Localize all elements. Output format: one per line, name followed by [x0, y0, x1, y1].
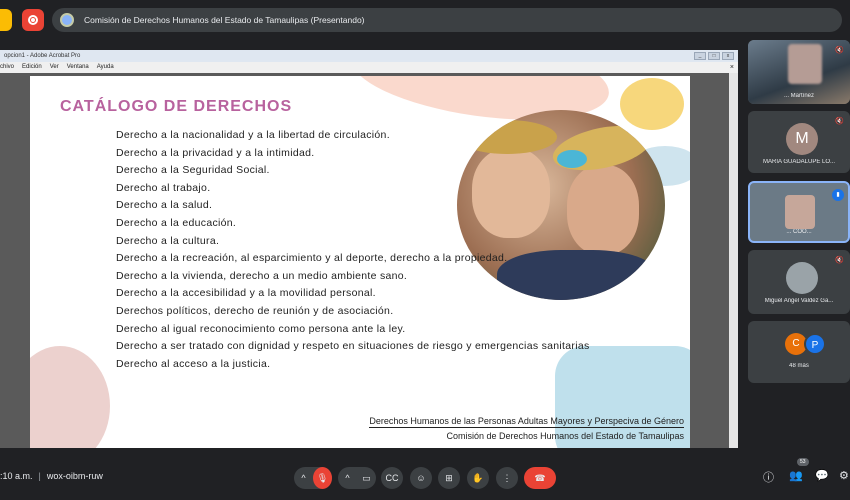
decorative-blob — [620, 78, 684, 130]
more-options-button[interactable]: ⋮ — [496, 467, 518, 489]
participant-tile-speaking[interactable]: ▮ ... COO... — [748, 181, 850, 243]
list-item: Derecho al acceso a la justicia. — [116, 357, 271, 370]
end-call-icon: ☎ — [534, 472, 546, 483]
chevron-up-icon[interactable]: ^ — [294, 467, 313, 489]
list-item: Derechos políticos, derecho de reunión y… — [116, 304, 394, 317]
participant-name: ... COO... — [786, 229, 812, 235]
more-participants-count: 48 más — [789, 363, 809, 369]
list-item: Derecho al igual reconocimiento como per… — [116, 322, 406, 335]
participant-video — [788, 44, 822, 84]
present-screen-icon: ⊞ — [445, 472, 453, 483]
list-item: Derecho a la recreación, al esparcimient… — [116, 252, 508, 265]
list-item: Derecho a la cultura. — [116, 234, 220, 247]
camera-icon[interactable]: ▭ — [357, 467, 376, 489]
emoji-icon: ☺ — [416, 473, 426, 483]
slide-title: CATÁLOGO DE DERECHOS — [60, 98, 293, 115]
menu-item-edit[interactable]: Edición — [22, 62, 42, 73]
list-item: Derecho a la privacidad y a la intimidad… — [116, 146, 315, 159]
list-item: Derecho al trabajo. — [116, 181, 211, 194]
list-item: Derecho a la educación. — [116, 216, 237, 229]
more-participants-tile[interactable]: C P 48 más — [748, 321, 850, 383]
slide-footer-subtitle: Derechos Humanos de las Personas Adultas… — [369, 416, 684, 428]
list-item: Derecho a la salud. — [116, 199, 213, 212]
info-icon[interactable]: ⓘ — [763, 469, 774, 485]
chat-icon[interactable]: 💬 — [815, 469, 829, 482]
raise-hand-button[interactable]: ✋ — [467, 467, 489, 489]
participant-name: Miguel Angel Valdez Ga... — [764, 298, 834, 304]
participant-name: ... Martínez — [783, 93, 814, 99]
decorative-blob — [30, 346, 110, 448]
close-window-icon[interactable]: x — [722, 52, 734, 60]
meeting-time: :10 a.m. — [0, 471, 33, 481]
presentation-banner: Comisión de Derechos Humanos del Estado … — [52, 8, 842, 32]
list-item: Derecho a ser tratado con dignidad y res… — [116, 340, 590, 353]
camera-control[interactable]: ^ ▭ — [338, 467, 376, 489]
minimize-icon[interactable]: _ — [694, 52, 706, 60]
vertical-scrollbar[interactable] — [729, 73, 738, 448]
acrobat-titlebar: opcion1 - Adobe Acrobat Pro _ □ x — [0, 50, 738, 62]
menu-item-file[interactable]: chivo — [0, 62, 14, 73]
slide-footer-organization: Comisión de Derechos Humanos del Estado … — [446, 431, 684, 441]
acrobat-menu-bar: chivo Edición Ver Ventana Ayuda × — [0, 62, 738, 73]
raise-hand-icon: ✋ — [472, 472, 484, 483]
bottom-control-bar: :10 a.m. | wox-oibm-ruw ^ 🎙 ^ ▭ CC ☺ ⊞ ✋ ⋮… — [0, 455, 850, 500]
present-button[interactable]: ⊞ — [438, 467, 460, 489]
mic-off-icon: 🔇 — [835, 118, 844, 125]
menu-item-help[interactable]: Ayuda — [97, 62, 114, 73]
captions-icon: CC — [385, 473, 399, 483]
list-item: Derecho a la nacionalidad y a la liberta… — [116, 129, 390, 141]
speaking-indicator-icon: ▮ — [832, 189, 844, 201]
acrobat-window-title: opcion1 - Adobe Acrobat Pro — [4, 53, 81, 59]
avatar — [786, 262, 818, 294]
captions-button[interactable]: CC — [381, 467, 403, 489]
rights-list: Derecho a la nacionalidad y a la liberta… — [116, 127, 590, 373]
list-item: Derecho a la vivienda, derecho a un medi… — [116, 269, 408, 282]
mic-control[interactable]: ^ 🎙 — [294, 467, 332, 489]
mic-off-icon[interactable]: 🎙 — [313, 467, 332, 489]
menu-item-window[interactable]: Ventana — [67, 62, 89, 73]
avatar: M — [786, 123, 818, 155]
participant-tile[interactable]: 🔇 ... Martínez — [748, 40, 850, 104]
activities-icon[interactable]: ⚙ — [839, 469, 849, 482]
highlight-icon[interactable] — [0, 9, 12, 31]
people-count-badge: 53 — [797, 458, 809, 466]
emoji-button[interactable]: ☺ — [410, 467, 432, 489]
maximize-icon[interactable]: □ — [708, 52, 720, 60]
end-call-button[interactable]: ☎ — [524, 467, 556, 489]
meeting-code: wox-oibm-ruw — [46, 471, 103, 481]
slide-page: CATÁLOGO DE DERECHOS Derecho a la nacion… — [30, 76, 690, 448]
presentation-title: Comisión de Derechos Humanos del Estado … — [84, 15, 365, 25]
more-options-icon: ⋮ — [502, 472, 512, 483]
mic-off-icon: 🔇 — [835, 257, 844, 264]
participant-tile[interactable]: M 🔇 MARIA GUADALUPE LO... — [748, 111, 850, 173]
menu-item-view[interactable]: Ver — [50, 62, 59, 73]
chevron-up-icon[interactable]: ^ — [338, 467, 357, 489]
meeting-info: :10 a.m. | wox-oibm-ruw — [0, 471, 103, 481]
participant-tile[interactable]: 🔇 Miguel Angel Valdez Ga... — [748, 250, 850, 314]
people-icon[interactable]: 👥 — [789, 469, 803, 482]
avatar: P — [804, 333, 826, 355]
mic-off-icon: 🔇 — [835, 47, 844, 54]
meet-window: Comisión de Derechos Humanos del Estado … — [0, 0, 850, 500]
list-item: Derecho a la Seguridad Social. — [116, 164, 270, 177]
close-document-icon[interactable]: × — [730, 62, 734, 73]
presenter-avatar-icon — [60, 13, 74, 27]
list-item: Derecho a la accesibilidad y a la movili… — [116, 287, 376, 300]
shared-screen: opcion1 - Adobe Acrobat Pro _ □ x chivo … — [0, 50, 738, 448]
participant-video — [785, 195, 815, 229]
participant-name: MARIA GUADALUPE LO... — [762, 159, 836, 165]
record-icon[interactable] — [22, 9, 44, 31]
